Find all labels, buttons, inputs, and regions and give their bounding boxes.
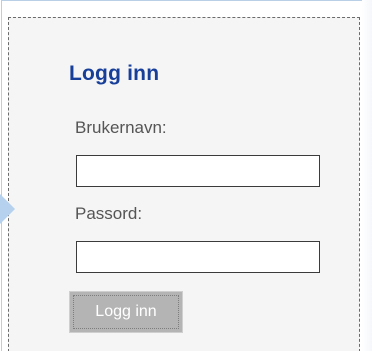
- username-input[interactable]: [76, 155, 320, 187]
- frame-top-border: [1, 0, 372, 1]
- password-label: Passord:: [75, 204, 143, 223]
- frame-left-border: [1, 0, 2, 351]
- arrow-pointer-icon: [0, 194, 15, 224]
- login-button-label: Logg inn: [73, 295, 179, 329]
- username-label: Brukernavn:: [75, 118, 167, 137]
- frame-right-edge: [362, 0, 372, 351]
- page: Logg inn Brukernavn: Passord: Logg inn: [0, 0, 372, 351]
- login-button[interactable]: Logg inn: [69, 291, 183, 333]
- login-title: Logg inn: [69, 62, 160, 85]
- password-input[interactable]: [76, 241, 320, 273]
